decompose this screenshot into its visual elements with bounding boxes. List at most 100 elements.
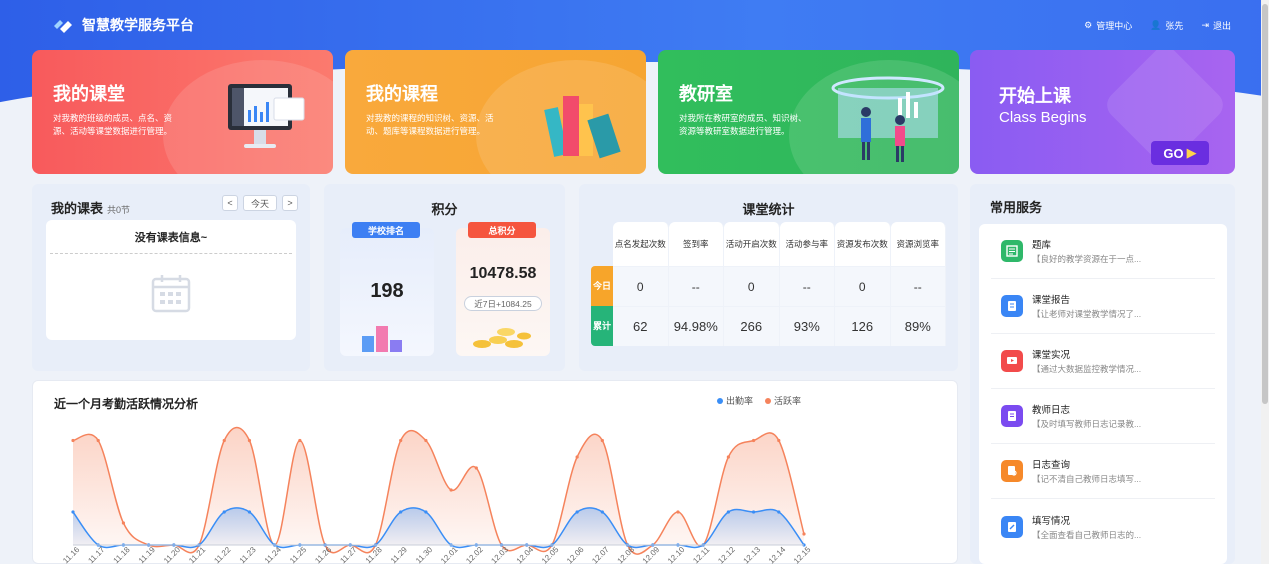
x-tick-label: 12.06 xyxy=(565,545,586,564)
stats-header: 点名发起次数 xyxy=(613,222,669,266)
data-point[interactable] xyxy=(726,455,730,459)
service-name: 题库 xyxy=(1032,240,1052,251)
app-title: 智慧教学服务平台 xyxy=(82,17,194,33)
data-point[interactable] xyxy=(600,510,604,514)
card-research-office[interactable]: 教研室 对我所在教研室的成员、知识树、资源等教研室数据进行管理。 xyxy=(658,50,959,174)
service-item-fill-status[interactable]: 填写情况 【全面查看自己教师日志的... xyxy=(991,499,1215,554)
service-item-teacher-log[interactable]: 教师日志 【及时填写教师日志记录教... xyxy=(991,389,1215,444)
data-point[interactable] xyxy=(222,438,226,443)
data-point[interactable] xyxy=(247,438,252,443)
stats-cell: 62 xyxy=(613,306,669,346)
school-rank-box[interactable]: 学校排名 198 xyxy=(340,222,434,356)
data-point[interactable] xyxy=(71,438,75,443)
total-points-box[interactable]: 总积分 10478.58 近7日+1084.25 xyxy=(456,222,550,356)
schedule-header: 我的课表 共0节 xyxy=(51,198,130,217)
service-desc: 【让老师对课堂教学情况了... xyxy=(1032,309,1142,319)
service-name: 教师日志 xyxy=(1032,405,1071,416)
data-point[interactable] xyxy=(751,438,756,443)
stats-header: 资源浏览率 xyxy=(890,222,946,266)
schedule-title: 我的课表 xyxy=(51,201,104,216)
data-point[interactable] xyxy=(222,510,226,514)
service-item-question-bank[interactable]: 题库 【良好的教学资源在于一点... xyxy=(991,224,1215,279)
card-my-courses[interactable]: 我的课程 对我教的课程的知识树、资源、活动、题库等课程数据进行管理。 xyxy=(345,50,646,174)
data-point[interactable] xyxy=(121,521,126,525)
data-point[interactable] xyxy=(676,510,680,514)
row-label: 今日 xyxy=(591,266,613,306)
people-illustration xyxy=(831,76,945,162)
service-desc: 【全面查看自己教师日志的... xyxy=(1032,529,1142,540)
data-point[interactable] xyxy=(424,510,428,514)
data-point[interactable] xyxy=(399,510,403,514)
services-title: 常用服务 xyxy=(990,200,1043,215)
data-point[interactable] xyxy=(247,510,252,514)
top-bar: 智慧教学服务平台 ⚙ 管理中心 👤 张先 ⇥ 退出 xyxy=(0,0,1269,50)
card-title: 教研室 xyxy=(679,84,733,104)
stats-title: 课堂统计 xyxy=(742,202,795,217)
gear-icon: ⚙ xyxy=(1084,19,1093,30)
x-tick-label: 12.15 xyxy=(792,545,813,564)
stats-cell: -- xyxy=(890,266,946,306)
schedule-content: 没有课表信息~ xyxy=(46,220,296,340)
data-point[interactable] xyxy=(449,488,453,492)
prev-day-button[interactable]: < xyxy=(222,195,238,211)
data-point[interactable] xyxy=(777,438,781,443)
data-point[interactable] xyxy=(777,510,781,514)
coins-illustration xyxy=(473,328,531,348)
admin-center-link[interactable]: ⚙ 管理中心 xyxy=(1084,19,1132,32)
scrollbar-thumb[interactable] xyxy=(1262,4,1268,404)
data-point[interactable] xyxy=(298,438,302,443)
stats-header: 活动开启次数 xyxy=(724,222,780,266)
stats-cell: -- xyxy=(779,266,835,306)
today-button[interactable]: 今天 xyxy=(243,195,277,211)
card-desc: 对我教的课程的知识树、资源、活动、题库等课程数据进行管理。 xyxy=(366,113,494,136)
schedule-empty-text: 没有课表信息~ xyxy=(134,232,208,244)
data-point[interactable] xyxy=(399,438,403,443)
stats-header: 资源发布次数 xyxy=(835,222,891,266)
x-tick-label: 11.23 xyxy=(238,545,258,564)
go-button[interactable]: GO ▶ xyxy=(1151,141,1209,165)
data-point[interactable] xyxy=(575,455,579,459)
points-panel: 积分 学校排名 198 总积分 10478.58 近7日+1084.25 xyxy=(324,184,565,371)
x-tick-label: 12.07 xyxy=(590,545,611,564)
card-start-class[interactable]: 开始上课 Class Begins GO ▶ xyxy=(970,50,1235,174)
data-point[interactable] xyxy=(575,510,579,514)
report-icon xyxy=(1001,295,1023,317)
divider xyxy=(50,253,292,254)
row-label: 累计 xyxy=(591,306,613,346)
recent-points: 近7日+1084.25 xyxy=(464,296,542,311)
list-icon xyxy=(1001,240,1023,262)
service-item-log-query[interactable]: 日志查询【记不清自己教师日志填写... xyxy=(991,444,1215,499)
logout-link[interactable]: ⇥ 退出 xyxy=(1201,19,1231,32)
data-point[interactable] xyxy=(751,510,756,514)
data-point[interactable] xyxy=(71,510,75,514)
services-list: 题库 【良好的教学资源在于一点... 课堂报告 【让老师对课堂教学情况了... 课堂… xyxy=(979,224,1227,564)
books-illustration xyxy=(544,96,621,159)
page-scrollbar[interactable] xyxy=(1261,0,1269,564)
admin-center-label: 管理中心 xyxy=(1096,20,1133,31)
x-tick-label: 11.30 xyxy=(414,545,434,564)
service-item-class-report[interactable]: 课堂报告 【让老师对课堂教学情况了... xyxy=(991,279,1215,334)
data-point[interactable] xyxy=(726,510,730,514)
logo[interactable]: 智慧教学服务平台 xyxy=(52,15,194,35)
stats-row-today: 今日 0 -- 0 -- 0 -- xyxy=(591,266,946,306)
user-link[interactable]: 👤 张先 xyxy=(1150,19,1183,32)
play-icon xyxy=(1001,350,1023,372)
next-day-button[interactable]: > xyxy=(282,195,298,211)
service-desc: 【记不清自己教师日志填写... xyxy=(1032,474,1142,484)
logout-label: 退出 xyxy=(1212,20,1231,31)
logo-icon xyxy=(54,20,72,33)
card-my-classroom[interactable]: 我的课堂 对我教的班级的成员、点名、资源、活动等课堂数据进行管理。 xyxy=(32,50,333,174)
service-item-live-class[interactable]: 课堂实况 【通过大数据监控教学情况... xyxy=(991,334,1215,389)
stats-cell: 94.98% xyxy=(668,306,724,346)
schedule-panel: 我的课表 共0节 < 今天 > 没有课表信息~ xyxy=(32,184,310,371)
data-point[interactable] xyxy=(474,466,478,470)
data-point[interactable] xyxy=(600,438,604,443)
double-chevron-icon: ▶ xyxy=(1186,145,1197,160)
stats-cell: 0 xyxy=(613,266,669,306)
data-point[interactable] xyxy=(802,532,806,536)
data-point[interactable] xyxy=(96,438,100,443)
user-icon: 👤 xyxy=(1150,19,1162,30)
schedule-count: 共0节 xyxy=(107,205,131,215)
data-point[interactable] xyxy=(424,438,428,443)
service-name: 日志查询 xyxy=(1032,460,1071,471)
